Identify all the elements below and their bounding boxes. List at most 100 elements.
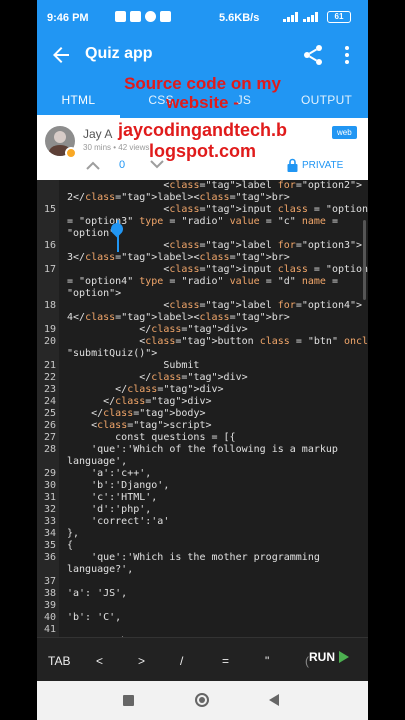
line-number: 21 [43,360,56,371]
code-line: 25 </class="tag">body> [37,408,368,420]
code-text: </class="tag">body> [67,408,206,419]
editor-scrollbar[interactable] [363,220,366,300]
code-line: 16 <class="tag">label for="option3"> opt… [37,240,368,252]
code-line: 22 </class="tag">div> [37,372,368,384]
code-text: 'b': 'C', [67,612,122,623]
line-number: 28 [43,444,56,455]
downvote-chevron-icon[interactable] [149,158,165,172]
code-text: </class="tag">div> [67,372,248,383]
code-text: <class="tag">script> [67,420,212,431]
line-number: 32 [43,504,56,515]
code-text: = "option3" type = "radio" value = "c" n… [67,216,338,227]
line-number: 17 [43,264,56,275]
code-text: { [67,540,74,551]
lock-icon [287,158,298,172]
android-nav-bar [37,681,368,720]
code-line: 34}, [37,528,368,540]
project-info-card: Jay A 30 mins • 42 views web 0 PRIVATE [37,118,368,180]
code-line: 23 </class="tag">div> [37,384,368,396]
code-line: 4</class="tag">label><class="tag">br> [37,312,368,324]
code-line: 36 'que':'Which is the mother programmin… [37,552,368,564]
line-number: 15 [43,204,56,215]
code-line: "option"> [37,288,368,300]
code-line: 29 'a':'c++', [37,468,368,480]
line-number: 38 [43,588,56,599]
code-text: = "option4" type = "radio" value = "d" n… [67,276,338,287]
code-editor[interactable]: <class="tag">label for="option2"> option… [37,180,368,637]
app-title: Quiz app [85,45,153,62]
code-text: <class="tag">input class = "options" id [67,204,368,215]
code-line: 33 'correct':'a' [37,516,368,528]
code-text: 'd':'php', [67,504,152,515]
line-number: 24 [43,396,56,407]
code-line: <class="tag">label for="option2"> option [37,180,368,192]
editor-tabs: HTML CSS JS OUTPUT [37,76,368,118]
code-line: 40 'b': 'C', [37,612,368,624]
code-line: 19 </class="tag">div> [37,324,368,336]
play-icon [339,651,349,663]
key-slash[interactable]: / [180,654,183,668]
code-line: 35 { [37,540,368,552]
code-text: 'b':'Django', [67,480,170,491]
tab-output[interactable]: OUTPUT [285,76,368,118]
code-text: 4</class="tag">label><class="tag">br> [67,312,290,323]
key-equals[interactable]: = [222,654,229,668]
code-line: 2</class="tag">label><class="tag">br> [37,192,368,204]
code-line: 39 [37,600,368,612]
code-line: 26 <class="tag">script> [37,420,368,432]
back-arrow-icon[interactable] [49,43,73,67]
key-greater-than[interactable]: > [138,654,145,668]
more-vert-icon[interactable] [337,43,357,67]
key-quote[interactable]: " [265,654,269,668]
code-text: 'a': 'JS', [67,588,128,599]
line-number: 19 [43,324,56,335]
battery-icon: 61 [327,11,351,23]
code-text: const questions = [{ [67,432,236,443]
code-line: 21 Submit [37,360,368,372]
share-icon[interactable] [301,43,325,67]
code-line: 17 <class="tag">input class = "options" … [37,264,368,276]
key-less-than[interactable]: < [96,654,103,668]
tab-js[interactable]: JS [203,76,286,118]
home-icon[interactable] [195,693,209,707]
notification-dot-icon [175,11,179,22]
upvote-chevron-icon[interactable] [85,158,101,172]
privacy-label[interactable]: PRIVATE [302,160,343,171]
run-label: RUN [309,650,335,664]
line-number: 40 [43,612,56,623]
code-text: </class="tag">div> [67,384,224,395]
code-text: <class="tag">input class = "options" id [67,264,368,275]
code-text: "option"> [67,288,122,299]
tab-css[interactable]: CSS [120,76,203,118]
code-text: language?', [67,564,134,575]
line-number: 31 [43,492,56,503]
line-number: 16 [43,240,56,251]
run-button[interactable]: RUN [309,650,349,664]
code-line: 41 [37,624,368,636]
symbol-key-bar: TAB < > / = " ( RUN [37,637,368,681]
notification-icon [115,11,126,22]
code-text: <class="tag">label for="option3"> option [163,240,363,251]
line-number: 33 [43,516,56,527]
line-number: 20 [43,336,56,347]
notification-icons [115,11,179,22]
line-number: 30 [43,480,56,491]
nav-back-icon[interactable] [269,694,279,706]
phone-screen: 9:46 PM 5.6KB/s 61 Quiz app HTML CSS JS … [37,0,368,720]
project-meta: 30 mins • 42 views [83,143,150,152]
code-line: 18 <class="tag">label for="option4"> opt… [37,300,368,312]
code-text: 3</class="tag">label><class="tag">br> [67,252,290,263]
code-text: 2</class="tag">label><class="tag">br> [67,192,290,203]
line-number: 39 [43,600,56,611]
avatar-badge-icon [65,147,77,159]
notification-icon [160,11,171,22]
code-line: 37 [37,576,368,588]
key-tab[interactable]: TAB [48,654,70,668]
tab-html[interactable]: HTML [37,76,120,118]
app-bar: Quiz app [37,34,368,76]
recents-icon[interactable] [123,695,134,706]
code-line: 3</class="tag">label><class="tag">br> [37,252,368,264]
code-line: language', [37,456,368,468]
code-text: 'a':'c++', [67,468,152,479]
author-name[interactable]: Jay A [83,127,112,141]
